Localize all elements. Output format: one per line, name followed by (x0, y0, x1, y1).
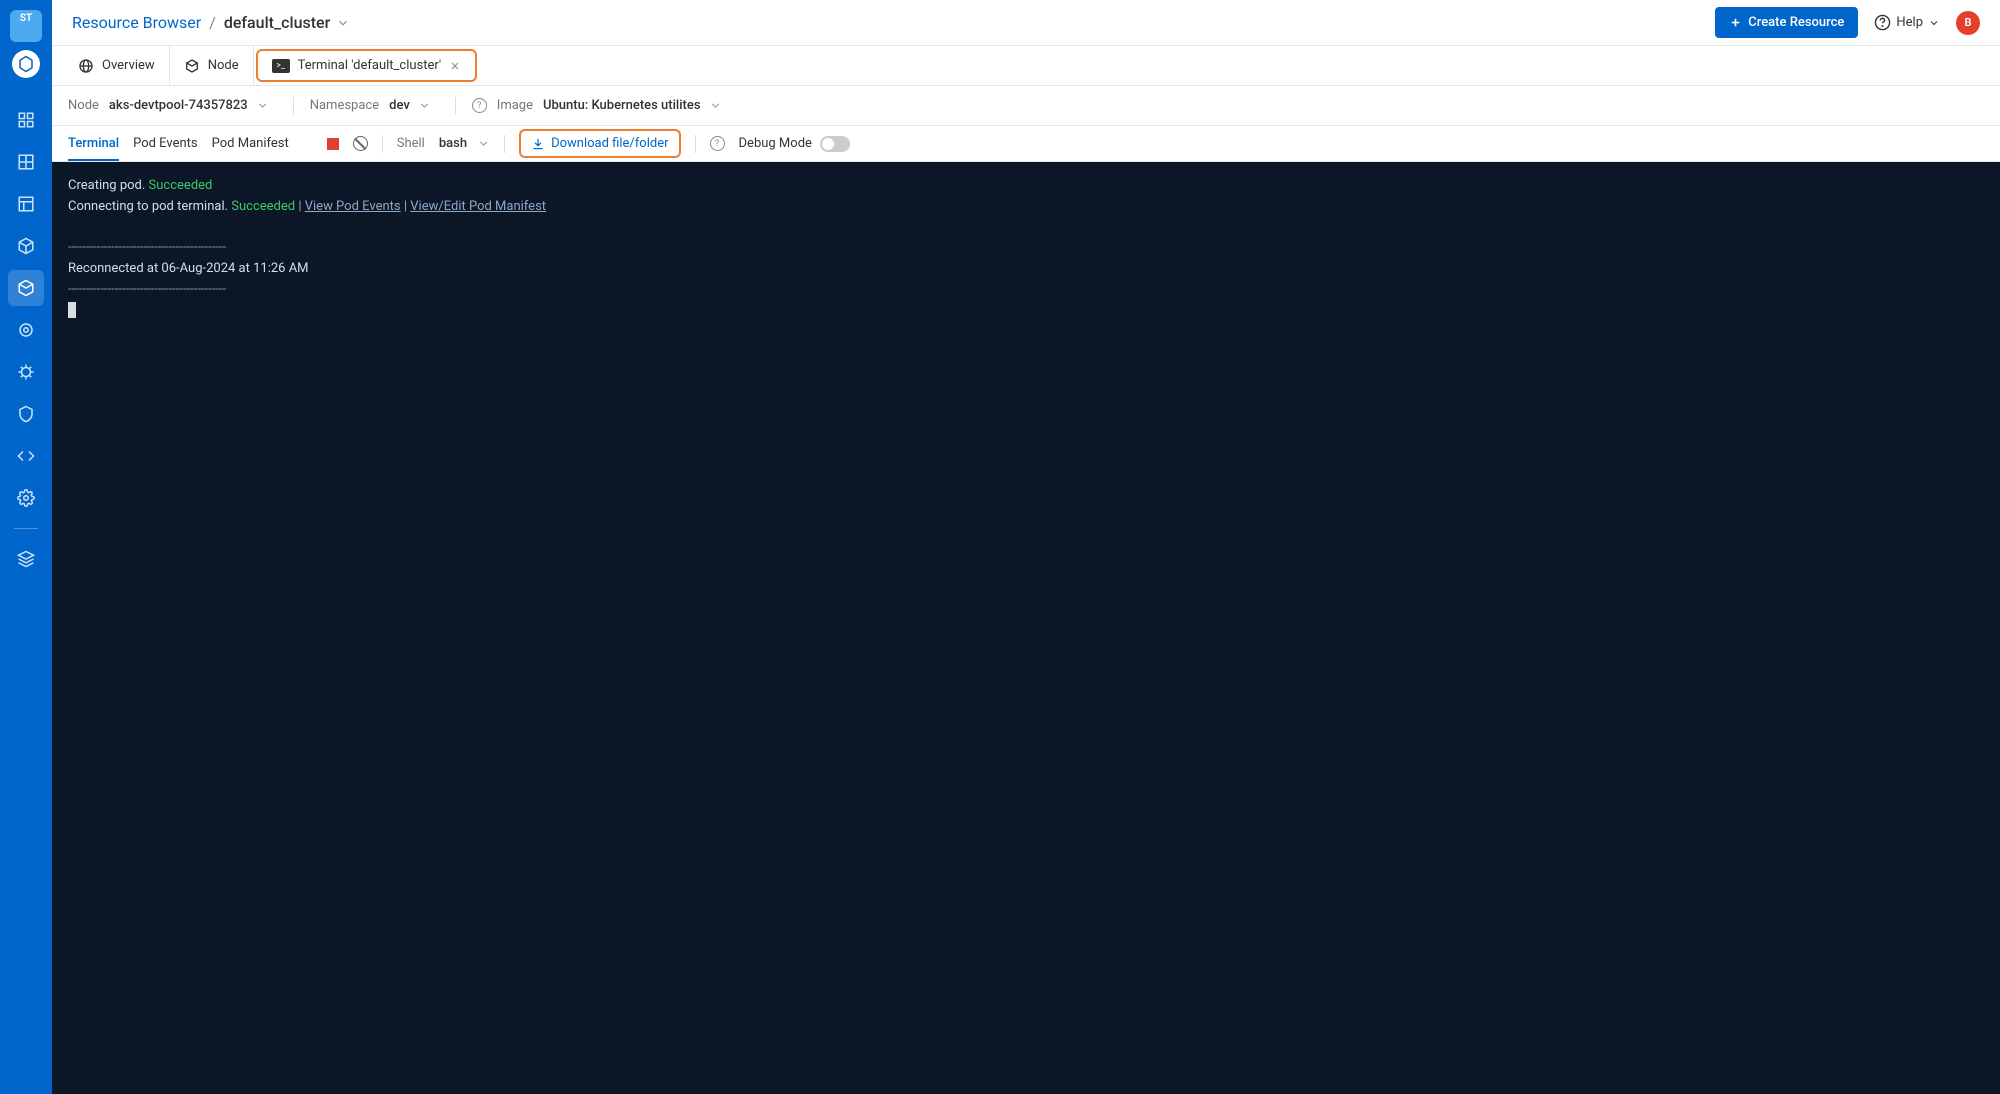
nav-target-icon[interactable] (8, 312, 44, 348)
tab-node[interactable]: Node (170, 46, 254, 85)
terminal-cursor-line (68, 301, 1984, 322)
globe-icon (78, 58, 94, 74)
shell-label: Shell (397, 136, 425, 151)
image-label: Image (497, 98, 533, 113)
org-logo[interactable] (12, 50, 40, 78)
toolbar: Terminal Pod Events Pod Manifest Shell b… (52, 126, 2000, 162)
node-dropdown[interactable]: aks-devtpool-74357823 (109, 98, 277, 113)
tab-label: Node (208, 58, 239, 73)
plus-icon (1729, 16, 1742, 29)
chevron-down-icon (477, 137, 490, 150)
toolbar-pod-events-tab[interactable]: Pod Events (133, 136, 198, 151)
terminal-output[interactable]: Creating pod. Succeeded Connecting to po… (52, 162, 2000, 1094)
nav-package-icon[interactable] (8, 228, 44, 264)
debug-mode-toggle[interactable]: Debug Mode (739, 136, 850, 152)
nav-settings-icon[interactable] (8, 480, 44, 516)
tab-label: Terminal 'default_cluster' (298, 58, 442, 73)
divider (695, 135, 696, 153)
breadcrumb: Resource Browser / default_cluster (72, 13, 350, 32)
info-icon[interactable]: ? (710, 136, 725, 151)
topbar: Resource Browser / default_cluster Creat… (52, 0, 2000, 46)
context-bar: Node aks-devtpool-74357823 Namespace dev… (52, 86, 2000, 126)
tabs-bar: Overview Node >_ Terminal 'default_clust… (52, 46, 2000, 86)
toolbar-pod-manifest-tab[interactable]: Pod Manifest (212, 136, 289, 151)
breadcrumb-current[interactable]: default_cluster (224, 13, 350, 32)
terminal-separator: ----------------------------------------… (68, 238, 1984, 259)
shell-dropdown[interactable]: bash (439, 136, 490, 151)
image-dropdown[interactable]: Ubuntu: Kubernetes utilites (543, 98, 730, 113)
terminal-line: Connecting to pod terminal. Succeeded | … (68, 197, 1984, 218)
info-icon[interactable]: ? (472, 98, 487, 113)
download-icon (531, 137, 545, 151)
nav-shield-icon[interactable] (8, 396, 44, 432)
nav-apps-icon[interactable] (8, 102, 44, 138)
chevron-down-icon (336, 16, 350, 30)
sidebar: ST (0, 0, 52, 1094)
chevron-down-icon (709, 99, 722, 112)
terminal-blank-line (68, 218, 1984, 239)
divider (504, 135, 505, 153)
tab-terminal[interactable]: >_ Terminal 'default_cluster' (256, 49, 478, 82)
divider (455, 97, 456, 115)
breadcrumb-root[interactable]: Resource Browser (72, 13, 201, 32)
namespace-dropdown[interactable]: dev (389, 98, 439, 113)
terminal-line: Creating pod. Succeeded (68, 176, 1984, 197)
tab-label: Overview (102, 58, 155, 73)
divider (293, 97, 294, 115)
nav-layout-icon[interactable] (8, 186, 44, 222)
chevron-down-icon (1928, 17, 1940, 29)
toolbar-terminal-tab[interactable]: Terminal (68, 128, 119, 161)
namespace-label: Namespace (310, 98, 379, 113)
nav-bug-icon[interactable] (8, 354, 44, 390)
cancel-button[interactable] (353, 136, 368, 151)
download-file-button[interactable]: Download file/folder (519, 129, 680, 158)
tab-overview[interactable]: Overview (64, 46, 170, 85)
chevron-down-icon (256, 99, 269, 112)
app-logo[interactable]: ST (10, 10, 42, 42)
sidebar-divider (14, 528, 38, 529)
nav-layers-icon[interactable] (8, 541, 44, 577)
node-label: Node (68, 98, 99, 113)
terminal-separator: ----------------------------------------… (68, 280, 1984, 301)
help-dropdown[interactable]: Help (1874, 14, 1940, 31)
help-icon (1874, 14, 1891, 31)
nav-grid-icon[interactable] (8, 144, 44, 180)
nav-cube-icon[interactable] (8, 270, 44, 306)
nav-code-icon[interactable] (8, 438, 44, 474)
terminal-icon: >_ (272, 59, 290, 73)
divider (382, 135, 383, 153)
topbar-right: Create Resource Help B (1715, 7, 1980, 38)
toggle-switch[interactable] (820, 136, 850, 152)
main-content: Resource Browser / default_cluster Creat… (52, 0, 2000, 1094)
view-pod-events-link[interactable]: View Pod Events (305, 199, 401, 214)
create-resource-button[interactable]: Create Resource (1715, 7, 1858, 38)
user-avatar[interactable]: B (1956, 11, 1980, 35)
terminal-line: Reconnected at 06-Aug-2024 at 11:26 AM (68, 259, 1984, 280)
close-icon[interactable] (449, 60, 461, 72)
chevron-down-icon (418, 99, 431, 112)
cursor (68, 302, 76, 318)
breadcrumb-separator: / (209, 13, 216, 32)
stop-button[interactable] (327, 138, 339, 150)
view-edit-pod-manifest-link[interactable]: View/Edit Pod Manifest (410, 199, 546, 214)
cube-icon (184, 58, 200, 74)
